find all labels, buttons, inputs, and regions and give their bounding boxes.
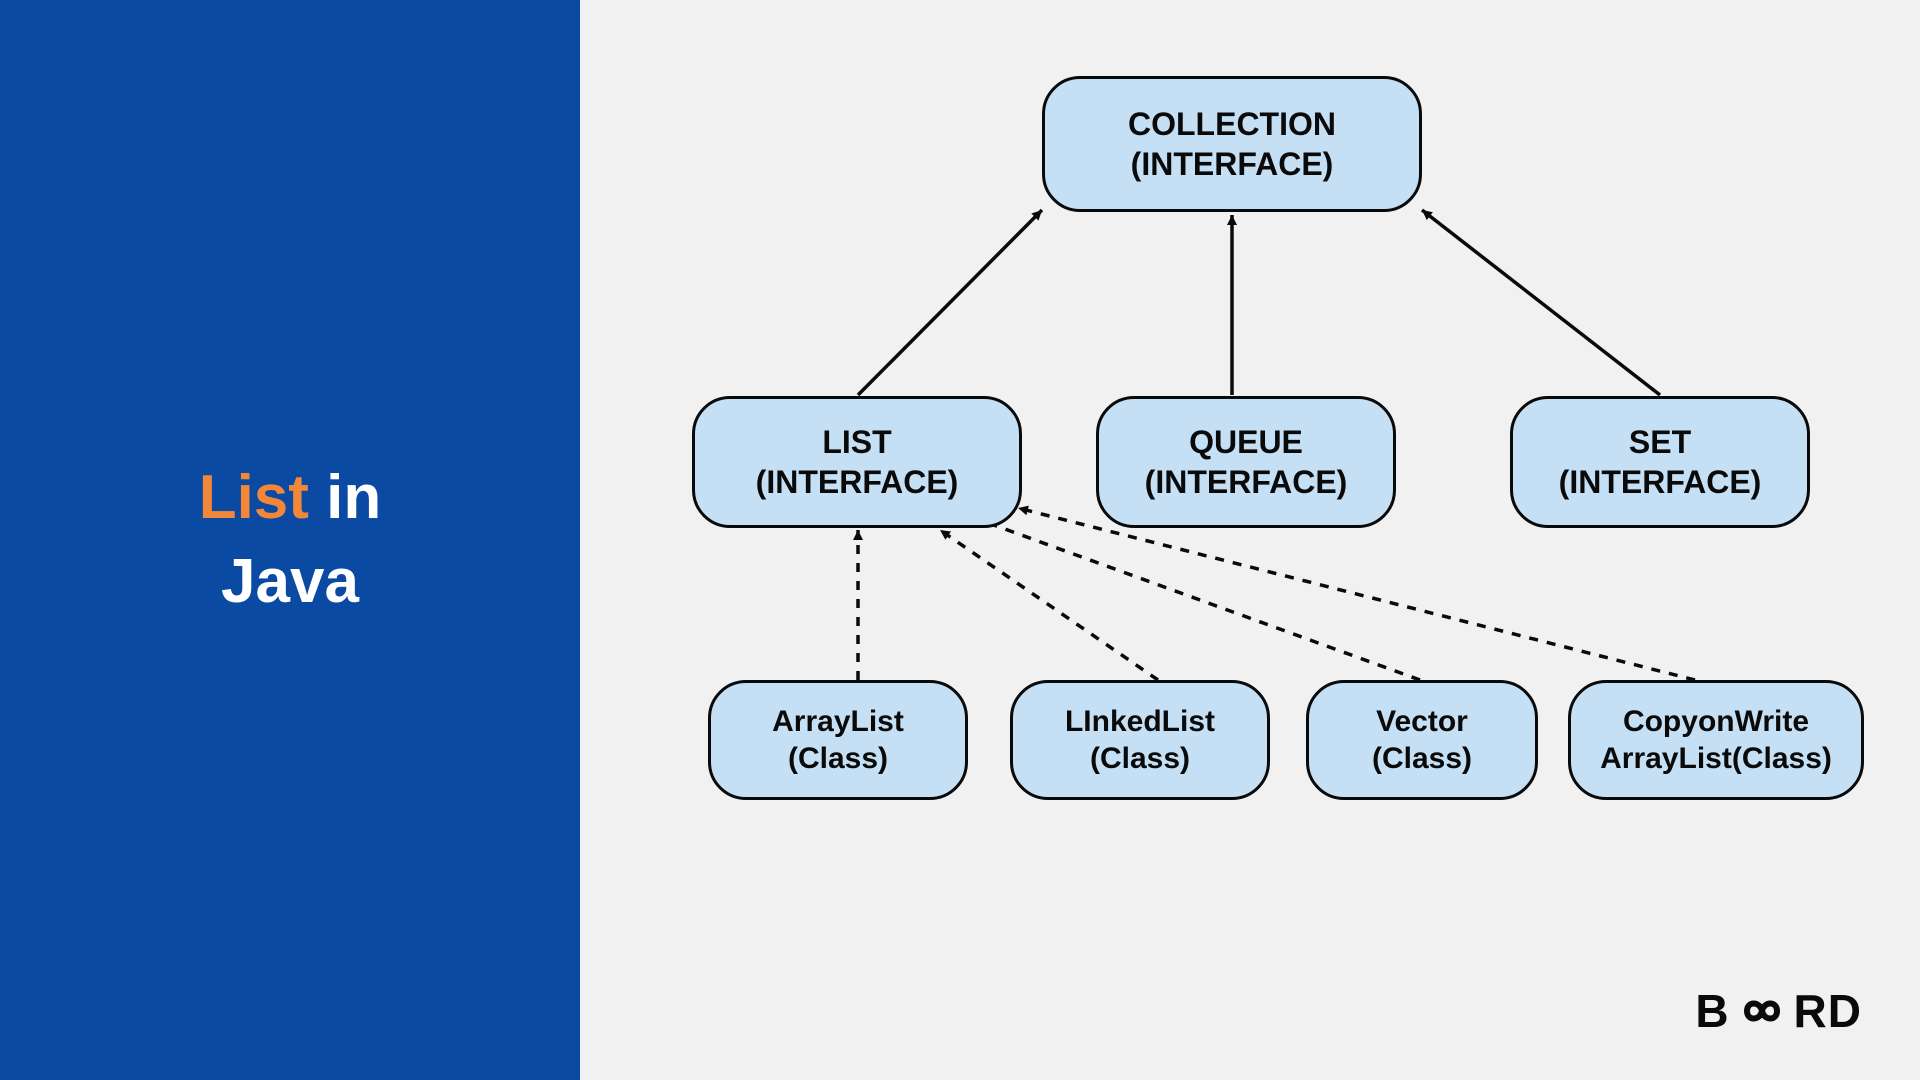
sidebar: List in Java [0, 0, 580, 1080]
node-vector: Vector (Class) [1306, 680, 1538, 800]
node-label: COLLECTION [1128, 104, 1336, 144]
node-collection: COLLECTION (INTERFACE) [1042, 76, 1422, 212]
node-label: SET [1629, 422, 1691, 462]
node-label: Vector [1376, 703, 1468, 741]
node-label: LIST [822, 422, 891, 462]
node-label: LInkedList [1065, 703, 1215, 741]
node-sublabel: (INTERFACE) [1559, 462, 1762, 502]
logo-letters-rd: RD [1794, 984, 1862, 1038]
node-sublabel: (Class) [1372, 740, 1472, 778]
node-sublabel: ArrayList(Class) [1600, 740, 1832, 778]
node-sublabel: (INTERFACE) [756, 462, 959, 502]
logo-letter-b: B [1695, 984, 1729, 1038]
node-sublabel: (INTERFACE) [1145, 462, 1348, 502]
node-label: ArrayList [772, 703, 904, 741]
node-arraylist: ArrayList (Class) [708, 680, 968, 800]
node-linkedlist: LInkedList (Class) [1010, 680, 1270, 800]
node-queue: QUEUE (INTERFACE) [1096, 396, 1396, 528]
node-sublabel: (INTERFACE) [1131, 144, 1334, 184]
brand-logo: B RD [1695, 984, 1862, 1038]
node-sublabel: (Class) [1090, 740, 1190, 778]
node-label: CopyonWrite [1623, 703, 1809, 741]
node-label: QUEUE [1189, 422, 1303, 462]
page-title: List in Java [199, 456, 382, 623]
title-accent: List [199, 463, 309, 532]
infinity-icon [1732, 994, 1792, 1028]
node-sublabel: (Class) [788, 740, 888, 778]
canvas: List in Java COLLECTION (INTERFACE) [0, 0, 1920, 1080]
title-rest2: Java [221, 547, 359, 616]
title-rest1: in [326, 463, 381, 532]
node-list: LIST (INTERFACE) [692, 396, 1022, 528]
node-set: SET (INTERFACE) [1510, 396, 1810, 528]
node-copyonwritearraylist: CopyonWrite ArrayList(Class) [1568, 680, 1864, 800]
diagram: COLLECTION (INTERFACE) LIST (INTERFACE) … [580, 0, 1920, 1080]
